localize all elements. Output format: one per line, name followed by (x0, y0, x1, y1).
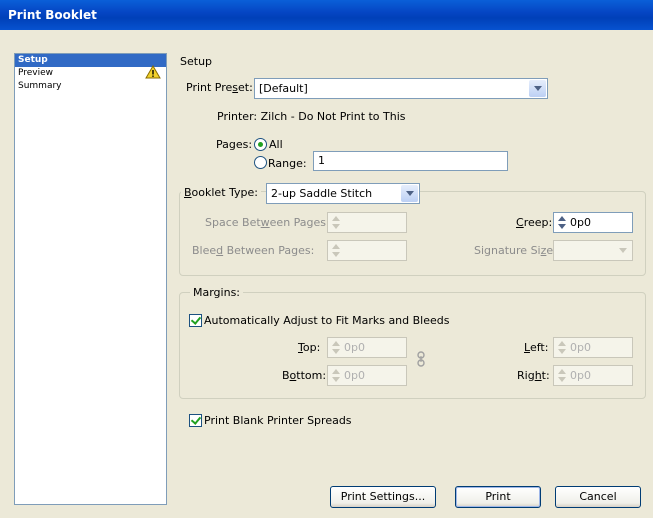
print-blank-spreads-label: Print Blank Printer Spreads (204, 414, 352, 427)
left-margin-stepper[interactable]: 0p0 (553, 337, 633, 358)
chevron-down-icon[interactable] (401, 185, 418, 202)
print-booklet-dialog: Print Booklet Setup Preview Summary Setu… (0, 0, 653, 518)
print-preset-dropdown[interactable]: [Default] (254, 78, 548, 99)
pages-all-label: All (269, 138, 283, 151)
right-margin-stepper[interactable]: 0p0 (553, 365, 633, 386)
sidebar-item-label: Setup (18, 55, 48, 65)
left-margin-value: 0p0 (570, 341, 591, 354)
signature-size-dropdown[interactable] (553, 240, 633, 261)
bottom-margin-stepper[interactable]: 0p0 (327, 365, 407, 386)
pages-range-radio[interactable] (254, 156, 267, 169)
stepper-arrows-icon[interactable] (557, 341, 566, 354)
left-margin-label: Left: (524, 341, 549, 354)
pages-all-radio[interactable] (254, 138, 267, 151)
sidebar-item-preview[interactable]: Preview (15, 65, 166, 80)
top-margin-value: 0p0 (344, 341, 365, 354)
bottom-margin-value: 0p0 (344, 369, 365, 382)
creep-label: Creep: (516, 216, 553, 229)
chevron-down-icon[interactable] (529, 80, 546, 97)
print-blank-spreads-checkbox[interactable] (189, 414, 202, 427)
bleed-between-pages-label: Bleed Between Pages: (192, 244, 315, 257)
margins-legend: Margins: (190, 286, 244, 299)
cancel-button[interactable]: Cancel (555, 486, 641, 508)
right-margin-value: 0p0 (570, 369, 591, 382)
print-settings-button[interactable]: Print Settings... (330, 486, 436, 508)
pages-label: Pages: (216, 138, 253, 151)
print-button[interactable]: Print (455, 486, 541, 508)
sidebar-item-setup[interactable]: Setup (15, 54, 166, 67)
booklet-type-value: 2-up Saddle Stitch (271, 187, 373, 200)
space-between-pages-label: Space Between Pages: (205, 216, 330, 229)
stepper-arrows-icon[interactable] (557, 216, 566, 229)
bleed-between-pages-stepper[interactable] (327, 240, 407, 261)
space-between-pages-stepper[interactable] (327, 212, 407, 233)
print-preset-value: [Default] (259, 82, 308, 95)
top-margin-label: Top: (298, 341, 321, 354)
title-bar[interactable]: Print Booklet (0, 0, 653, 30)
stepper-arrows-icon[interactable] (331, 216, 340, 229)
stepper-arrows-icon[interactable] (331, 244, 340, 257)
stepper-arrows-icon[interactable] (331, 341, 340, 354)
creep-stepper[interactable]: 0p0 (553, 212, 633, 233)
sidebar: Setup Preview Summary (14, 53, 167, 505)
stepper-arrows-icon[interactable] (331, 369, 340, 382)
signature-size-label: Signature Size: (474, 244, 557, 257)
sidebar-item-summary[interactable]: Summary (15, 80, 166, 93)
auto-adjust-label: Automatically Adjust to Fit Marks and Bl… (204, 314, 450, 327)
pages-range-value: 1 (318, 154, 325, 167)
chain-link-icon[interactable] (416, 351, 426, 367)
chevron-down-icon[interactable] (614, 242, 631, 259)
section-heading: Setup (180, 55, 213, 68)
stepper-arrows-icon[interactable] (557, 369, 566, 382)
sidebar-item-label: Preview (18, 68, 54, 78)
warning-icon (145, 65, 161, 79)
printer-text: Printer: Zilch - Do Not Print to This (217, 110, 406, 123)
right-margin-label: Right: (517, 369, 550, 382)
sidebar-item-label: Summary (18, 81, 62, 91)
pages-range-label: Range: (268, 157, 307, 170)
top-margin-stepper[interactable]: 0p0 (327, 337, 407, 358)
creep-value: 0p0 (570, 216, 591, 229)
print-preset-label: Print Preset: (186, 81, 253, 94)
window-title: Print Booklet (8, 8, 97, 22)
bottom-margin-label: Bottom: (282, 369, 327, 382)
booklet-type-dropdown[interactable]: 2-up Saddle Stitch (266, 183, 420, 204)
auto-adjust-checkbox[interactable] (189, 314, 202, 327)
pages-range-input[interactable]: 1 (313, 151, 508, 171)
booklet-type-label: Booklet Type: (181, 186, 261, 199)
